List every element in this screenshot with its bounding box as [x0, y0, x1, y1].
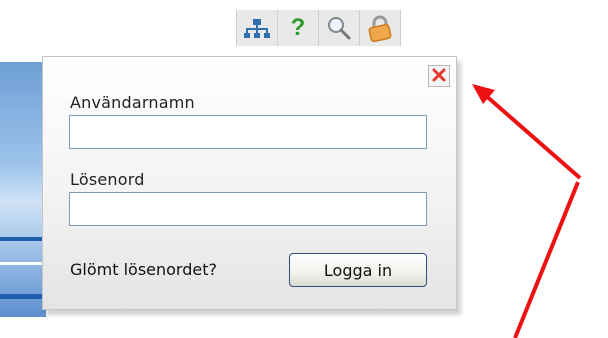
background-page-banner: [0, 62, 46, 317]
password-label: Lösenord: [70, 170, 145, 189]
annotation-line: [513, 181, 580, 338]
search-icon: [326, 15, 352, 41]
annotation-arrow: [472, 84, 582, 180]
help-button[interactable]: ?: [278, 10, 319, 46]
sitemap-button[interactable]: [237, 10, 278, 46]
login-lock-button[interactable]: [360, 10, 401, 46]
banner-stripe: [0, 294, 46, 299]
forgot-password-link[interactable]: Glömt lösenordet?: [70, 260, 217, 279]
login-popup: Användarnamn Lösenord Glömt lösenordet? …: [42, 56, 457, 310]
help-icon: ?: [290, 14, 306, 41]
banner-stripe: [0, 262, 46, 265]
search-button[interactable]: [319, 10, 360, 46]
lock-icon: [366, 14, 394, 42]
password-field[interactable]: [69, 192, 427, 226]
close-button[interactable]: [428, 65, 450, 87]
sitemap-icon: [244, 18, 270, 38]
close-icon: [432, 67, 446, 86]
banner-stripe: [0, 237, 46, 241]
username-label: Användarnamn: [70, 93, 195, 112]
top-toolbar: ?: [236, 10, 401, 46]
login-button[interactable]: Logga in: [289, 253, 427, 287]
username-field[interactable]: [69, 115, 427, 149]
